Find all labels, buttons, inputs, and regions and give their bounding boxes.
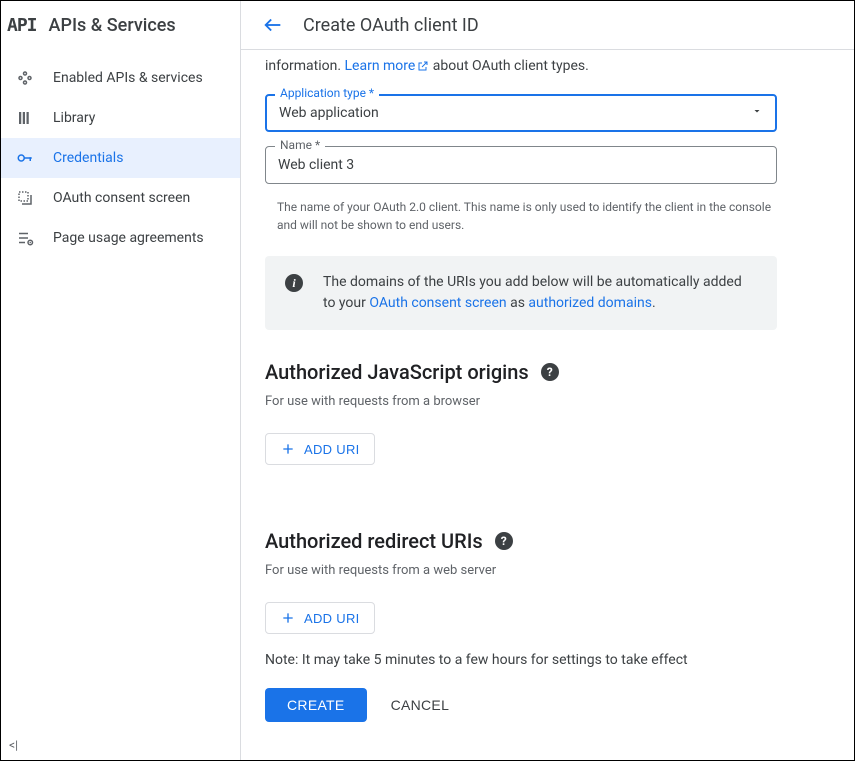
application-type-label: Application type * [275,86,379,100]
form-actions: CREATE CANCEL [265,688,830,722]
sidebar-item-library[interactable]: Library [1,98,240,138]
help-icon[interactable]: ? [495,532,513,550]
api-logo: API [7,15,37,36]
chevron-down-icon [751,105,763,121]
name-label: Name * [275,138,325,152]
library-icon [15,108,35,128]
sidebar-item-enabled-apis[interactable]: Enabled APIs & services [1,58,240,98]
page-title: Create OAuth client ID [303,15,479,36]
main-header: Create OAuth client ID [241,1,854,50]
sidebar-item-credentials[interactable]: Credentials [1,138,240,178]
sidebar-item-oauth-consent[interactable]: OAuth consent screen [1,178,240,218]
help-icon[interactable]: ? [541,363,559,381]
add-uri-redirect-button[interactable]: ADD URI [265,602,375,634]
name-input[interactable] [278,157,764,173]
authorized-domains-link[interactable]: authorized domains [528,295,652,311]
sidebar-header: API APIs & Services [1,1,240,50]
intro-prefix: information. [265,58,345,74]
sidebar-item-label: Enabled APIs & services [53,70,203,86]
sidebar-item-page-usage[interactable]: Page usage agreements [1,218,240,258]
collapse-sidebar-button[interactable]: <| [9,738,18,752]
info-box: i The domains of the URIs you add below … [265,256,777,330]
diamond-icon [15,68,35,88]
consent-icon [15,188,35,208]
info-text: The domains of the URIs you add below wi… [323,272,757,314]
application-type-value: Web application [279,105,751,121]
redirect-desc: For use with requests from a web server [265,563,830,578]
sidebar-item-label: Credentials [53,150,123,166]
oauth-consent-link[interactable]: OAuth consent screen [369,295,506,311]
application-type-field[interactable]: Application type * Web application [265,94,777,132]
content-area: information. Learn more about OAuth clie… [241,50,854,760]
intro-suffix: about OAuth client types. [429,58,588,74]
cancel-button[interactable]: CANCEL [391,697,450,713]
sidebar: API APIs & Services Enabled APIs & servi… [1,1,241,760]
sidebar-item-label: Library [53,110,95,126]
note-text: Note: It may take 5 minutes to a few hou… [265,652,830,668]
info-icon: i [285,274,303,292]
js-origins-title-row: Authorized JavaScript origins ? [265,360,830,384]
plus-icon [280,610,296,626]
learn-more-link[interactable]: Learn more [345,58,430,74]
name-helper-text: The name of your OAuth 2.0 client. This … [277,198,777,234]
name-field[interactable]: Name * [265,146,777,184]
key-icon [15,148,35,168]
sidebar-item-label: Page usage agreements [53,230,204,246]
main: Create OAuth client ID information. Lear… [241,1,854,760]
back-button[interactable] [261,13,285,37]
add-uri-js-button[interactable]: ADD URI [265,433,375,465]
js-origins-title: Authorized JavaScript origins [265,360,529,384]
plus-icon [280,441,296,457]
create-button[interactable]: CREATE [265,688,367,722]
external-link-icon [417,60,429,76]
arrow-left-icon [262,14,284,36]
add-uri-js-label: ADD URI [304,442,360,457]
redirect-title-row: Authorized redirect URIs ? [265,529,830,553]
sidebar-title: APIs & Services [49,15,176,36]
sidebar-nav: Enabled APIs & services Library Credenti… [1,50,240,258]
intro-text: information. Learn more about OAuth clie… [265,58,830,76]
agreements-icon [15,228,35,248]
sidebar-item-label: OAuth consent screen [53,190,190,206]
add-uri-redirect-label: ADD URI [304,611,360,626]
redirect-title: Authorized redirect URIs [265,529,483,553]
js-origins-desc: For use with requests from a browser [265,394,830,409]
